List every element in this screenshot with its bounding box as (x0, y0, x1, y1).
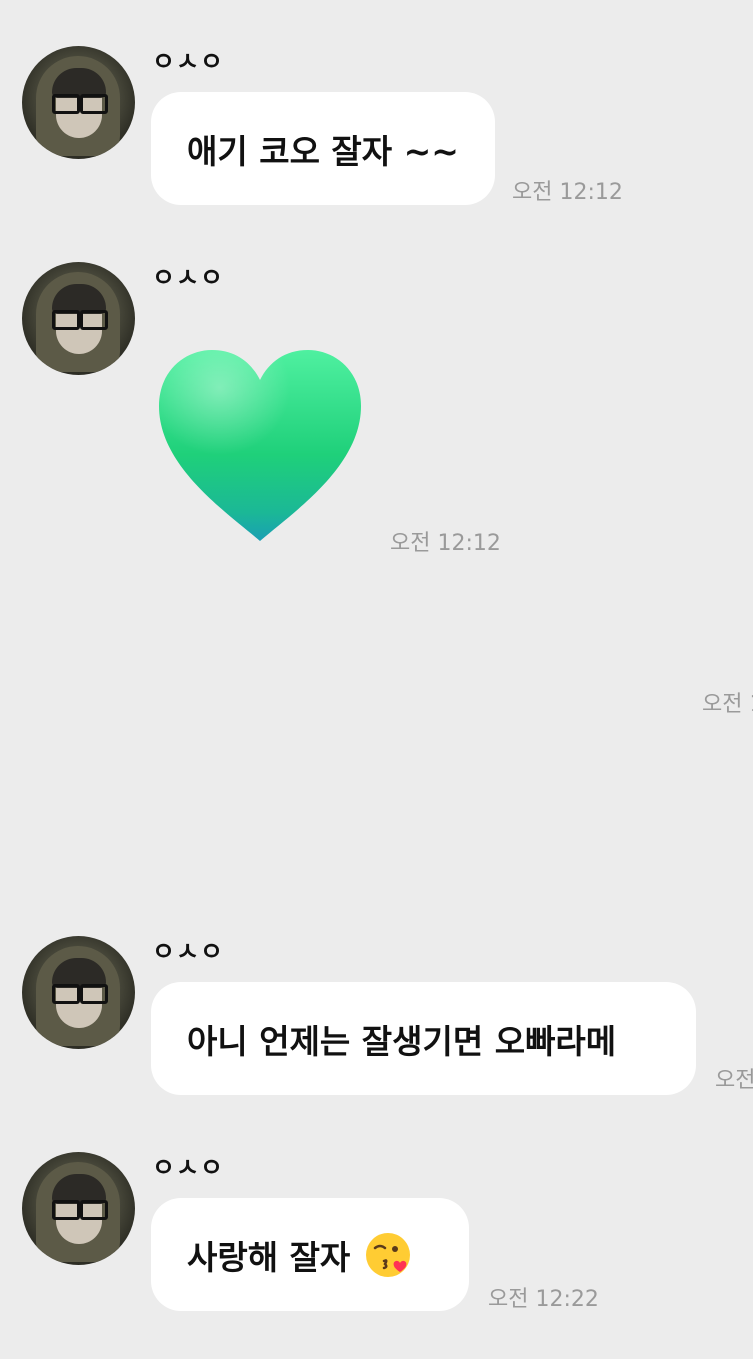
green-heart-icon[interactable] (155, 346, 365, 544)
message-text: 애기 코오 잘자 ~~ (187, 131, 459, 171)
sender-name: ㅇㅅㅇ (152, 937, 225, 966)
message-time: 오전 12:22 (488, 1287, 599, 1312)
message-text: 아니 언제는 잘생기면 오빠라메 (187, 1021, 617, 1061)
message-bubble[interactable]: 애기 코오 잘자 ~~ (151, 92, 495, 205)
message-time-partial: 오전 (715, 1068, 753, 1093)
sender-name: ㅇㅅㅇ (152, 263, 225, 292)
message-time: 오전 12:12 (512, 180, 623, 205)
avatar[interactable] (22, 46, 135, 159)
avatar[interactable] (22, 936, 135, 1049)
sender-name: ㅇㅅㅇ (152, 1153, 225, 1182)
message-time: 오전 12:12 (390, 531, 501, 556)
sender-name: ㅇㅅㅇ (152, 47, 225, 76)
avatar[interactable] (22, 262, 135, 375)
message-time-partial: 오전 1 (702, 692, 753, 717)
avatar[interactable] (22, 1152, 135, 1265)
message-bubble[interactable]: 아니 언제는 잘생기면 오빠라메 (151, 982, 696, 1095)
message-bubble[interactable]: 사랑해 잘자 (151, 1198, 469, 1311)
message-text: 사랑해 잘자 (187, 1237, 351, 1277)
kissing-face-icon (366, 1232, 411, 1277)
